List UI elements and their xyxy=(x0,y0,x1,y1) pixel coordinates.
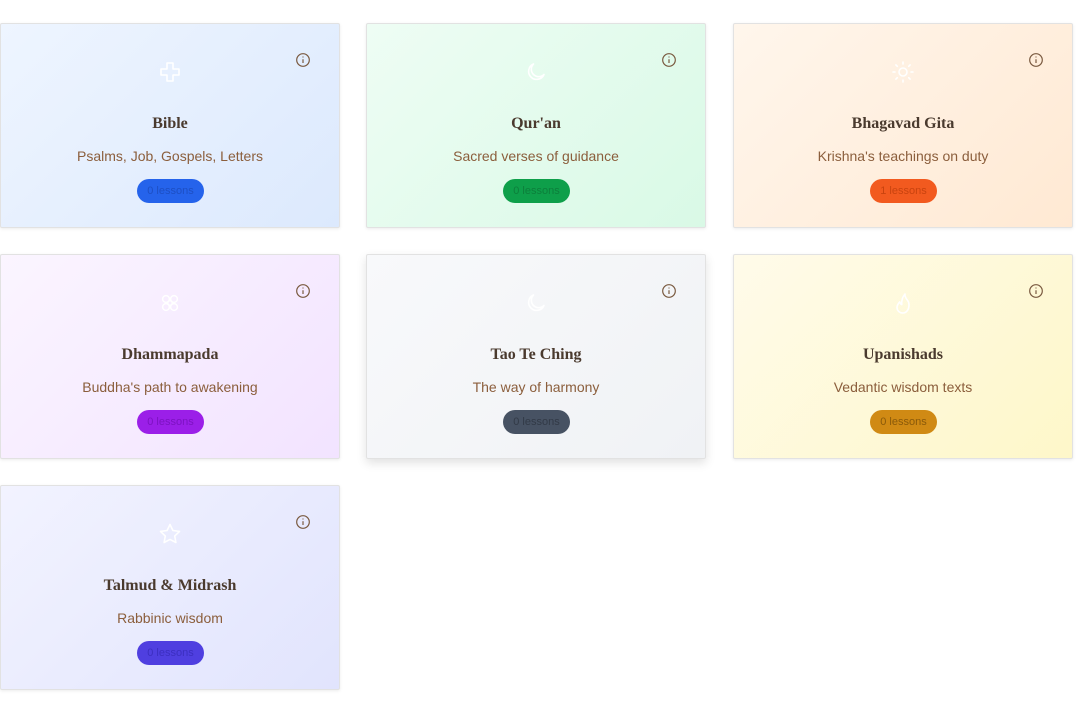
scripture-card[interactable]: Bible Psalms, Job, Gospels, Letters 0 le… xyxy=(0,23,340,228)
scripture-card[interactable]: Dhammapada Buddha's path to awakening 0 … xyxy=(0,254,340,459)
card-title: Bible xyxy=(152,115,188,132)
crescent-moon-icon xyxy=(524,60,548,84)
card-title: Qur'an xyxy=(511,115,561,132)
info-icon[interactable] xyxy=(661,52,677,68)
card-subtitle: Buddha's path to awakening xyxy=(82,379,258,395)
card-subtitle: Psalms, Job, Gospels, Letters xyxy=(77,148,263,164)
info-icon[interactable] xyxy=(295,52,311,68)
star-icon xyxy=(158,522,182,546)
card-subtitle: The way of harmony xyxy=(472,379,600,395)
cross-icon xyxy=(158,60,182,84)
scripture-card[interactable]: Upanishads Vedantic wisdom texts 0 lesso… xyxy=(733,254,1073,459)
lesson-count-badge: 0 lessons xyxy=(870,410,937,434)
card-title: Dhammapada xyxy=(121,346,219,363)
lesson-count-badge: 0 lessons xyxy=(503,179,570,203)
lesson-count-badge: 1 lessons xyxy=(870,179,937,203)
flower-icon xyxy=(158,291,182,315)
scripture-card-grid: Bible Psalms, Job, Gospels, Letters 0 le… xyxy=(0,0,1085,701)
card-subtitle: Sacred verses of guidance xyxy=(453,148,619,164)
info-icon[interactable] xyxy=(295,283,311,299)
crescent-moon-icon xyxy=(524,291,548,315)
lesson-count-badge: 0 lessons xyxy=(137,179,204,203)
lesson-count-badge: 0 lessons xyxy=(503,410,570,434)
info-icon[interactable] xyxy=(1028,283,1044,299)
scripture-card[interactable]: Bhagavad Gita Krishna's teachings on dut… xyxy=(733,23,1073,228)
flame-icon xyxy=(891,291,915,315)
info-icon[interactable] xyxy=(295,514,311,530)
lesson-count-badge: 0 lessons xyxy=(137,641,204,665)
card-subtitle: Krishna's teachings on duty xyxy=(817,148,989,164)
scripture-card[interactable]: Tao Te Ching The way of harmony 0 lesson… xyxy=(366,254,706,459)
scripture-card[interactable]: Talmud & Midrash Rabbinic wisdom 0 lesso… xyxy=(0,485,340,690)
card-title: Bhagavad Gita xyxy=(851,115,955,132)
lesson-count-badge: 0 lessons xyxy=(137,410,204,434)
card-title: Talmud & Midrash xyxy=(103,577,237,594)
info-icon[interactable] xyxy=(661,283,677,299)
card-subtitle: Rabbinic wisdom xyxy=(117,610,223,626)
card-subtitle: Vedantic wisdom texts xyxy=(833,379,973,395)
scripture-card[interactable]: Qur'an Sacred verses of guidance 0 lesso… xyxy=(366,23,706,228)
sun-icon xyxy=(891,60,915,84)
card-title: Upanishads xyxy=(862,346,944,363)
info-icon[interactable] xyxy=(1028,52,1044,68)
card-title: Tao Te Ching xyxy=(490,346,582,363)
